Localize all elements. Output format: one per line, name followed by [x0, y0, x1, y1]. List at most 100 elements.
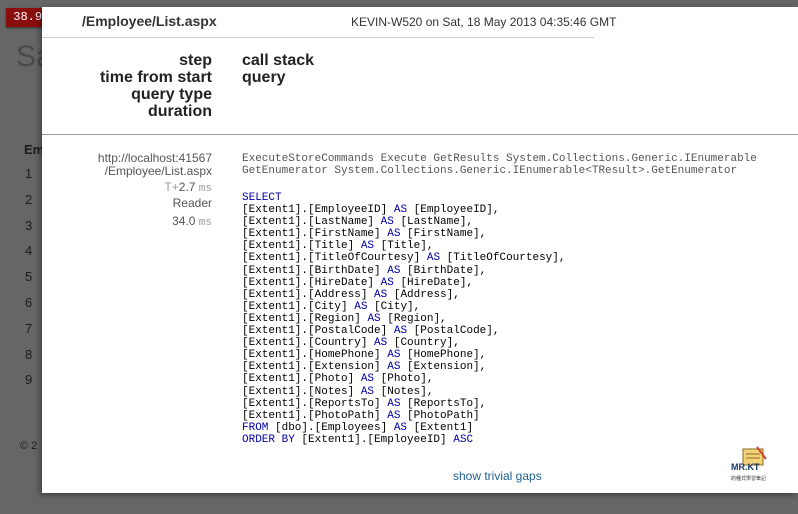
header-duration: duration: [148, 103, 212, 120]
background-row-number: 9: [25, 372, 33, 388]
sql-column-source: [Extent1].[PhotoPath]: [242, 409, 381, 422]
sql-column-source: [Extent1].[Extension]: [242, 361, 381, 374]
time-from-start: T+2.7 ms: [42, 180, 212, 195]
sql-keyword-from: FROM: [242, 421, 269, 434]
sql-keyword-as: AS: [374, 337, 388, 350]
sql-keyword-as: AS: [374, 288, 388, 301]
sql-keyword-select: SELECT: [242, 192, 282, 204]
watermark-logo: MR.KT 的種式學習筆記: [731, 446, 775, 493]
background-row-number: 1: [25, 166, 33, 181]
sql-column-source: [Extent1].[Title]: [242, 240, 355, 253]
duration-value: 34.0: [172, 214, 196, 228]
header-time-from-start: time from start: [99, 69, 212, 86]
sql-column-alias: [ReportsTo],: [407, 397, 487, 410]
sql-column-source: [Extent1].[BirthDate]: [242, 264, 381, 277]
sql-column-alias: [Notes],: [380, 385, 434, 398]
sql-keyword-as: AS: [380, 276, 394, 289]
sql-keyword-as: AS: [354, 300, 368, 313]
sql-column-alias: [PhotoPath]: [407, 409, 480, 422]
header-step: step: [179, 52, 212, 69]
call-stack: ExecuteStoreCommands Execute GetResults …: [242, 153, 757, 177]
sql-column-source: [Extent1].[Address]: [242, 288, 368, 301]
sql-column-source: [Extent1].[EmployeeID]: [242, 204, 388, 217]
sql-keyword-as: AS: [367, 312, 381, 325]
sql-column-source: [Extent1].[PostalCode]: [242, 325, 388, 338]
sql-column-alias: [TitleOfCourtesy],: [446, 252, 566, 265]
header-call-stack: call stack: [242, 52, 315, 69]
sql-keyword-as: AS: [387, 361, 401, 374]
time-unit: ms: [198, 183, 212, 195]
sql-column-source: [Extent1].[HomePhone]: [242, 349, 381, 362]
header-query: query: [242, 69, 286, 86]
sql-keyword-as: AS: [387, 409, 401, 422]
sql-column-alias: [Address],: [393, 288, 460, 301]
sql-from-table: [dbo].[Employees]: [268, 421, 394, 434]
background-row-number: 8: [25, 346, 33, 362]
sql-column-source: [Extent1].[TitleOfCourtesy]: [242, 252, 421, 265]
sql-column-source: [Extent1].[LastName]: [242, 216, 375, 229]
background-row-number: 2: [25, 191, 33, 207]
profiler-popup: /Employee/List.aspx KEVIN-W520 on Sat, 1…: [42, 7, 798, 493]
sql-column-source: [Extent1].[HireDate]: [242, 276, 375, 289]
sql-column-alias: [EmployeeID],: [413, 204, 500, 217]
sql-column-alias: [HomePhone],: [407, 349, 487, 362]
background-row-number: 3: [25, 217, 33, 233]
query-type: Reader: [172, 196, 212, 210]
sql-column-alias: [BirthDate],: [407, 264, 487, 277]
time-prefix: T+: [164, 180, 179, 194]
server-meta: KEVIN-W520 on Sat, 18 May 2013 04:35:46 …: [351, 15, 617, 29]
sql-keyword-as: AS: [387, 349, 401, 362]
sql-column-source: [Extent1].[ReportsTo]: [242, 397, 381, 410]
background-row-number: 5: [25, 269, 33, 285]
watermark-subtitle: 的種式學習筆記: [731, 476, 767, 482]
page-path: /Employee/List.aspx: [82, 13, 217, 29]
sql-column-source: [Extent1].[Photo]: [242, 373, 355, 386]
sql-keyword-as: AS: [387, 264, 401, 277]
header-query-type: query type: [131, 86, 212, 103]
sql-keyword-as: AS: [393, 325, 408, 338]
sql-column-alias: [FirstName],: [407, 228, 487, 241]
show-trivial-gaps-link[interactable]: show trivial gaps: [453, 469, 542, 483]
sql-keyword-as: AS: [393, 421, 408, 434]
duration-unit: ms: [198, 217, 212, 229]
duration: 34.0 ms: [42, 214, 212, 229]
popup-header: /Employee/List.aspx KEVIN-W520 on Sat, 1…: [42, 7, 616, 38]
sql-column-alias: [Region],: [387, 312, 447, 325]
sql-keyword-as: AS: [426, 252, 441, 265]
column-headers-right: call stack query: [242, 52, 314, 86]
sql-column-alias: [Photo],: [380, 373, 434, 386]
sql-query: SELECT [Extent1].[EmployeeID] AS [Employ…: [242, 192, 565, 446]
sql-column-alias: [HireDate],: [400, 276, 474, 289]
sql-column-alias: [Title],: [380, 240, 434, 253]
sql-column-alias: [City],: [374, 300, 421, 313]
background-row-number: 6: [25, 295, 33, 310]
sql-column-alias: [Country],: [393, 337, 460, 350]
background-copyright: © 2: [20, 440, 38, 452]
sql-column-source: [Extent1].[FirstName]: [242, 228, 381, 241]
sql-column-alias: [Extension],: [407, 361, 487, 374]
sql-keyword-asc: ASC: [453, 433, 474, 446]
call-stack-line: GetEnumerator System.Collections.Generic…: [242, 165, 738, 177]
sql-keyword-as: AS: [360, 240, 375, 253]
sql-keyword-order-by: ORDER BY: [242, 433, 295, 446]
background-row-number: 4: [25, 243, 33, 259]
sql-column-source: [Extent1].[City]: [242, 300, 348, 313]
sql-keyword-as: AS: [360, 385, 375, 398]
header-divider: [42, 134, 798, 135]
call-stack-line: ExecuteStoreCommands Execute GetResults …: [242, 153, 757, 165]
sql-column-source: [Extent1].[Region]: [242, 312, 361, 325]
sql-keyword-as: AS: [393, 204, 408, 217]
sql-column-source: [Extent1].[Country]: [242, 337, 368, 350]
sql-keyword-as: AS: [387, 397, 401, 410]
sql-column-alias: [PostalCode],: [413, 325, 500, 338]
sql-from-alias: [Extent1]: [407, 421, 474, 434]
sql-keyword-as: AS: [380, 216, 394, 229]
background-row-number: 7: [25, 320, 33, 336]
time-value: 2.7: [178, 180, 196, 194]
sql-keyword-as: AS: [387, 228, 401, 241]
column-headers-left: step time from start query type duration: [42, 52, 212, 120]
step-url: http://localhost:41567 /Employee/List.as…: [97, 151, 212, 178]
sql-keyword-as: AS: [360, 373, 375, 386]
watermark-brand: MR.KT: [731, 462, 760, 472]
sql-column-alias: [LastName],: [400, 216, 474, 229]
